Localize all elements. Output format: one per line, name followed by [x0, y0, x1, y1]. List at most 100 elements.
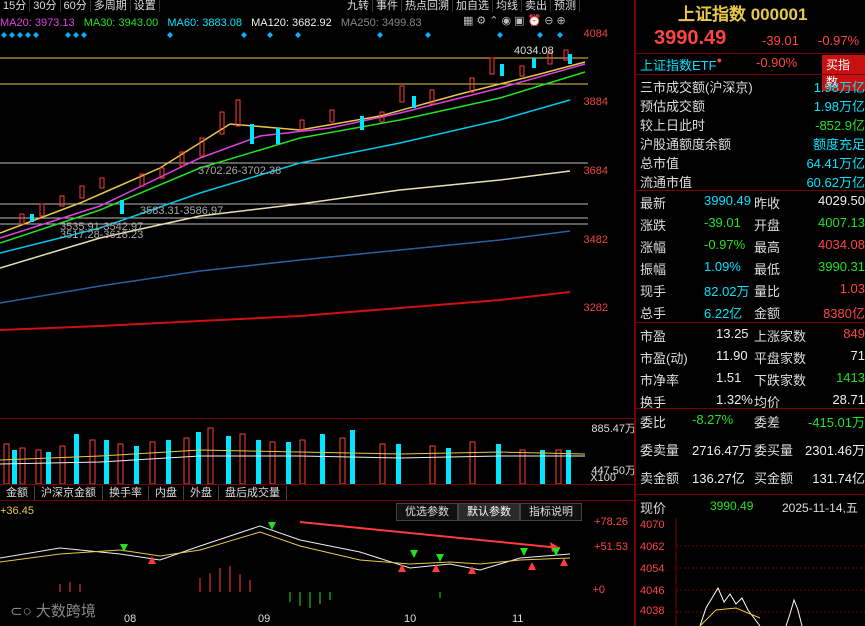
- price-axis-label: 3482: [583, 234, 608, 246]
- indicator-axis: +51.53: [594, 541, 628, 553]
- price-change: -39.01: [762, 33, 799, 48]
- jiuzhuan-button[interactable]: 九转: [344, 0, 373, 12]
- alarm-icon[interactable]: ⏰: [528, 14, 542, 27]
- tab-outer[interactable]: 外盘: [184, 486, 219, 500]
- info-value: 64.41万亿: [806, 156, 865, 171]
- market-value: 71: [850, 348, 865, 363]
- info-label: 较上日此时: [640, 118, 706, 133]
- quote-date: 2025-11-14,五: [782, 501, 858, 515]
- intraday-mini-chart: [675, 518, 865, 626]
- x-axis-label: 10: [404, 613, 417, 625]
- volume-axis-top: 885.47万: [591, 423, 636, 435]
- period-60min[interactable]: 60分: [61, 0, 91, 12]
- info-label: 沪股通额度余额: [640, 137, 732, 152]
- minus-icon[interactable]: ⊖: [544, 14, 553, 27]
- etf-link[interactable]: 上证指数ETF●: [640, 55, 722, 74]
- mini-axis-label: 4054: [640, 563, 665, 575]
- plus-icon[interactable]: ⊕: [556, 14, 565, 27]
- hotspot-backtrack-button[interactable]: 热点回溯: [402, 0, 453, 12]
- market-value: 13.25: [716, 326, 749, 341]
- volume-axis-unit: X100: [590, 472, 616, 484]
- quote-row: 涨幅 -0.97% 最高 4034.08: [636, 237, 865, 255]
- market-value: 1.32%: [716, 392, 753, 407]
- quote-row: 预估成交额 1.98万亿: [636, 96, 865, 114]
- order-value: -415.01万: [807, 415, 865, 430]
- volume-indicator-tabs: 金额 沪深京金额 换手率 内盘 外盘 盘后成交量: [0, 486, 287, 500]
- quote-row: 委卖量 2716.47万 委买量 2301.46万: [636, 440, 865, 458]
- order-label: 委差: [754, 415, 781, 430]
- quote-value: 4007.13: [818, 215, 865, 230]
- market-value: 1.51: [716, 370, 742, 385]
- period-30min[interactable]: 30分: [30, 0, 61, 12]
- quote-row: 较上日此时 -852.9亿: [636, 115, 865, 133]
- info-label: 三市成交额(沪深京): [640, 80, 753, 95]
- info-value: 1.98万亿: [813, 99, 865, 114]
- market-label: 平盘家数: [754, 351, 807, 366]
- info-value: 60.62万亿: [806, 175, 865, 190]
- market-label: 市盈(动): [640, 351, 688, 366]
- quote-row: 卖金额 136.27亿 买金额 131.74亿: [636, 468, 865, 486]
- ma-button[interactable]: 均线: [493, 0, 522, 12]
- order-label: 委卖量: [640, 443, 680, 458]
- quote-row: 振幅 1.09% 最低 3990.31: [636, 259, 865, 277]
- tab-hsj-amount[interactable]: 沪深京金额: [35, 486, 103, 500]
- event-button[interactable]: 事件: [373, 0, 402, 12]
- grid-icon[interactable]: ▦: [463, 14, 473, 27]
- indicator-value: +36.45: [0, 505, 34, 517]
- chevron-up-icon[interactable]: ⌃: [489, 14, 498, 27]
- forecast-button[interactable]: 预测: [551, 0, 580, 12]
- quote-label: 最高: [754, 240, 781, 255]
- quote-value: -39.01: [704, 215, 741, 230]
- price-axis-label: 3884: [583, 96, 608, 108]
- info-value: 1.98万亿: [813, 80, 865, 95]
- last-price: 3990.49: [654, 27, 727, 49]
- quote-value: 6.22亿: [704, 306, 743, 321]
- order-label: 委买量: [754, 443, 794, 458]
- order-label: 买金额: [754, 471, 794, 486]
- tab-after-hours-volume[interactable]: 盘后成交量: [219, 486, 287, 500]
- tab-turnover[interactable]: 换手率: [103, 486, 149, 500]
- watermark-logo: ⊂○ 大数跨境: [10, 603, 96, 620]
- period-toolbar: 15分 30分 60分 多周期 设置: [0, 0, 160, 12]
- quote-row: 市盈 13.25 上涨家数 849: [636, 326, 865, 344]
- settings-button[interactable]: 设置: [131, 0, 160, 12]
- quote-value: 4029.50: [818, 193, 865, 208]
- quote-value: 8380亿: [823, 306, 865, 321]
- quote-label: 涨幅: [640, 240, 667, 255]
- mini-axis-label: 4046: [640, 585, 665, 597]
- price-axis-label: 3684: [583, 165, 608, 177]
- quote-label: 总手: [640, 306, 667, 321]
- indicator-axis: +78.26: [594, 516, 628, 528]
- quote-row: 沪股通额度余额 额度充足: [636, 134, 865, 152]
- now-price-label: 现价: [640, 501, 667, 516]
- mini-axis-label: 4070: [640, 519, 665, 531]
- quote-row: 流通市值 60.62万亿: [636, 172, 865, 190]
- market-label: 市净率: [640, 373, 680, 388]
- quote-row: 委比 -8.27% 委差 -415.01万: [636, 412, 865, 430]
- multi-period-button[interactable]: 多周期: [91, 0, 131, 12]
- price-change-pct: -0.97%: [818, 33, 860, 48]
- quote-row: 最新 3990.49 昨收 4029.50: [636, 193, 865, 211]
- candles: [19, 49, 572, 225]
- eye-icon[interactable]: ◉: [502, 14, 512, 27]
- tab-inner[interactable]: 内盘: [149, 486, 184, 500]
- etf-pct: -0.90%: [756, 55, 798, 70]
- market-value: 1413: [836, 370, 865, 385]
- sell-button[interactable]: 卖出: [522, 0, 551, 12]
- period-15min[interactable]: 15分: [0, 0, 31, 12]
- quote-value: 3990.31: [818, 259, 865, 274]
- info-value: 额度充足: [812, 137, 865, 152]
- market-value: 28.71: [832, 392, 865, 407]
- info-label: 预估成交额: [640, 99, 706, 114]
- x-axis-label: 08: [124, 613, 137, 625]
- market-value: 11.90: [716, 348, 748, 363]
- quote-label: 开盘: [754, 218, 781, 233]
- gear-icon[interactable]: ⚙: [476, 14, 486, 27]
- briefcase-icon[interactable]: ▣: [514, 14, 524, 27]
- quote-row: 市净率 1.51 下跌家数 1413: [636, 370, 865, 388]
- add-watchlist-button[interactable]: 加自选: [453, 0, 493, 12]
- order-value: 136.27亿: [692, 471, 745, 486]
- event-markers[interactable]: [1, 32, 563, 38]
- tab-amount[interactable]: 金额: [0, 486, 35, 500]
- order-label: 委比: [640, 415, 667, 430]
